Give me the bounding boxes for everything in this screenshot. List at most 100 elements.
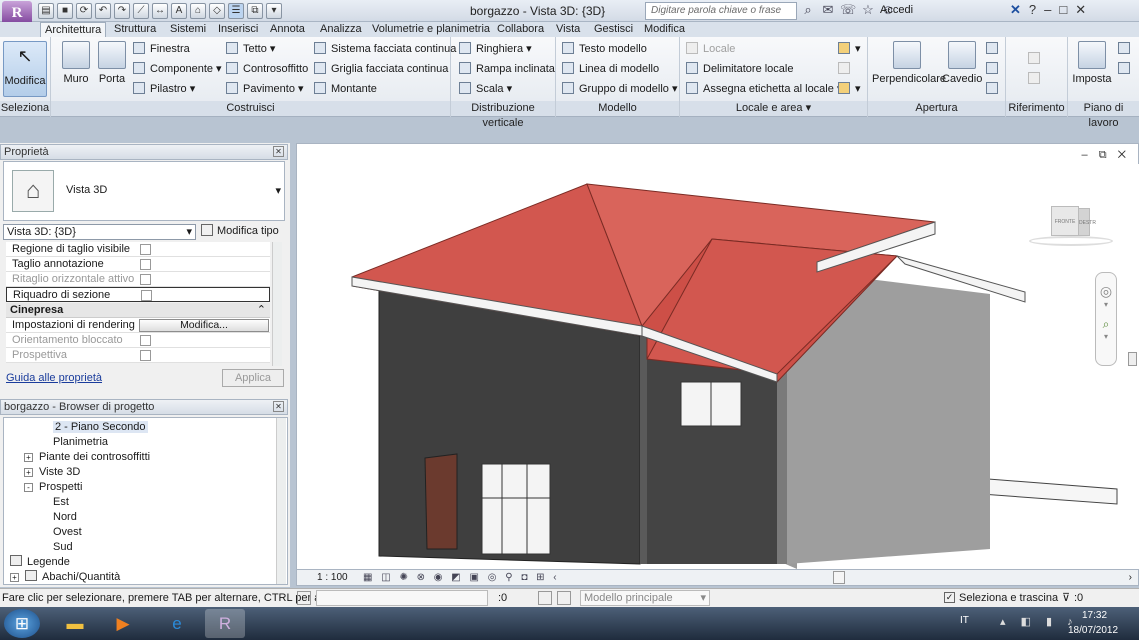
curtain-system-button[interactable]: Sistema facciata continua bbox=[314, 41, 456, 57]
panel-label[interactable]: Seleziona bbox=[0, 101, 50, 116]
by-face-button[interactable]: Perpendicolare bbox=[872, 41, 946, 85]
thin-lines-icon[interactable]: ☰ bbox=[228, 3, 244, 19]
tree-item[interactable]: Sud bbox=[38, 540, 73, 555]
door-button[interactable]: Porta bbox=[97, 41, 127, 85]
room-button[interactable]: Locale bbox=[686, 41, 735, 57]
wall-opening-button[interactable] bbox=[986, 41, 1003, 57]
text-icon[interactable]: A bbox=[171, 3, 187, 19]
properties-help-link[interactable]: Guida alle proprietà bbox=[6, 372, 102, 384]
viewcube[interactable]: FRONTE DESTR bbox=[1029, 204, 1113, 246]
group-header[interactable]: Cinepresa ⌃ bbox=[6, 303, 270, 318]
tab-sistemi[interactable]: Sistemi bbox=[166, 22, 210, 37]
tree-item[interactable]: - Prospetti bbox=[24, 480, 82, 495]
roof-button[interactable]: Tetto ▾ bbox=[226, 41, 275, 57]
media-player-icon[interactable]: ▶ bbox=[103, 609, 143, 638]
close-icon[interactable]: ✕ bbox=[273, 146, 284, 157]
minimize-icon[interactable]: – bbox=[1044, 2, 1051, 18]
apply-button[interactable]: Applica bbox=[222, 369, 284, 387]
undo-icon[interactable]: ↶ bbox=[95, 3, 111, 19]
set-workplane-button[interactable]: Imposta bbox=[1072, 41, 1112, 85]
tree-item[interactable]: Est bbox=[38, 495, 69, 510]
tree-item[interactable]: 2 - Piano Secondo bbox=[38, 420, 148, 435]
modify-button[interactable]: ↖ Modifica bbox=[3, 41, 47, 97]
steering-wheel-icon[interactable]: ◎ bbox=[1096, 283, 1116, 300]
browser-scrollbar[interactable] bbox=[276, 418, 286, 584]
curtain-grid-button[interactable]: Griglia facciata continua bbox=[314, 61, 448, 77]
render-settings-button[interactable]: Modifica... bbox=[139, 319, 269, 332]
internet-explorer-icon[interactable]: e bbox=[157, 609, 197, 638]
tree-item[interactable]: Planimetria bbox=[38, 435, 108, 450]
chevron-down-icon[interactable]: ▾ bbox=[1096, 300, 1116, 309]
close-hidden-icon[interactable]: ⧉ bbox=[247, 3, 263, 19]
tab-volumetrie[interactable]: Volumetrie e planimetria bbox=[368, 22, 494, 37]
tree-item[interactable]: + Piante dei controsoffitti bbox=[24, 450, 150, 465]
expand-icon[interactable]: + bbox=[24, 453, 33, 462]
tab-gestisci[interactable]: Gestisci bbox=[590, 22, 637, 37]
expand-icon[interactable]: + bbox=[24, 468, 33, 477]
favorites-icon[interactable]: ☆ bbox=[860, 2, 876, 19]
tree-item[interactable]: + Abachi/Quantità bbox=[10, 570, 120, 584]
exchange-icon[interactable]: ✕ bbox=[1010, 2, 1021, 18]
model-text-button[interactable]: Testo modello bbox=[562, 41, 647, 57]
room-separator-button[interactable]: Delimitatore locale bbox=[686, 61, 793, 77]
grid-button[interactable] bbox=[1028, 71, 1045, 87]
tab-analizza[interactable]: Analizza bbox=[316, 22, 366, 37]
search-input[interactable]: Digitare parola chiave o frase bbox=[645, 2, 797, 20]
scroll-right-arrow[interactable]: › bbox=[1129, 570, 1132, 585]
vertical-opening-button[interactable] bbox=[986, 61, 1003, 77]
tab-vista[interactable]: Vista bbox=[552, 22, 584, 37]
start-button[interactable]: ⊞ bbox=[4, 609, 40, 638]
sync-icon[interactable]: ⟳ bbox=[76, 3, 92, 19]
tab-modifica[interactable]: Modifica bbox=[640, 22, 689, 37]
scale-selector[interactable]: 1 : 100 bbox=[317, 570, 348, 585]
tab-struttura[interactable]: Struttura bbox=[110, 22, 160, 37]
close-icon[interactable]: ✕ bbox=[273, 401, 284, 412]
area-button[interactable]: ▾ bbox=[838, 41, 861, 57]
tray-icons[interactable]: ▴ ◧ ▮ ♪ bbox=[1000, 615, 1079, 628]
select-drag-checkbox[interactable]: ✓ bbox=[944, 592, 955, 603]
show-workplane-button[interactable] bbox=[1118, 41, 1135, 57]
filter-icon[interactable]: ⊽ bbox=[1062, 589, 1070, 607]
clock-time[interactable]: 17:32 bbox=[1082, 610, 1107, 621]
tree-item[interactable]: Ovest bbox=[38, 525, 82, 540]
horizontal-scroll-thumb[interactable] bbox=[833, 571, 845, 584]
tag-room-button[interactable]: Assegna etichetta al locale ▾ bbox=[686, 81, 842, 97]
checkbox[interactable] bbox=[140, 259, 151, 270]
measure-icon[interactable]: ⟋ bbox=[133, 3, 149, 19]
workset-icon[interactable] bbox=[297, 591, 311, 605]
subscription-icon[interactable]: ✉ bbox=[820, 2, 836, 19]
checkbox[interactable] bbox=[141, 290, 152, 301]
communication-icon[interactable]: ☏ bbox=[840, 2, 856, 19]
close-icon[interactable]: ✕ bbox=[1075, 2, 1086, 18]
workset-selector[interactable] bbox=[316, 590, 488, 606]
collapse-icon[interactable]: ⌃ bbox=[257, 303, 266, 317]
expand-icon[interactable]: + bbox=[10, 573, 19, 582]
instance-filter[interactable]: Vista 3D: {3D} ▾ bbox=[3, 224, 196, 240]
viewport-scrollbar[interactable] bbox=[1127, 164, 1139, 570]
ramp-button[interactable]: Rampa inclinata bbox=[459, 61, 555, 77]
design-options-icon[interactable] bbox=[538, 591, 552, 605]
help-icon[interactable]: ? bbox=[1029, 2, 1036, 18]
binoculars-icon[interactable]: ⌕ bbox=[800, 2, 816, 19]
sign-in-link[interactable]: Accedi bbox=[880, 4, 913, 16]
tree-item[interactable]: + Viste 3D bbox=[24, 465, 80, 480]
type-selector[interactable]: ⌂ Vista 3D ▾ bbox=[3, 161, 285, 221]
edit-type-button[interactable]: Modifica tipo bbox=[201, 224, 279, 237]
panel-label[interactable]: Locale e area ▾ bbox=[680, 101, 867, 116]
tag-area-button[interactable]: ▾ bbox=[838, 81, 861, 97]
ceiling-button[interactable]: Controsoffitto bbox=[226, 61, 308, 77]
3d-viewport[interactable]: – ⧉ ✕ FRONTE DESTR ◎ ▾ ⌕ ▾ bbox=[296, 143, 1139, 572]
view-control-icons[interactable]: ▦ ◫ ✺ ⊗ ◉ ◩ ▣ ◎ ⚲ ◘ ⊞ ‹ bbox=[363, 570, 560, 585]
editing-requests-icon[interactable] bbox=[557, 591, 571, 605]
tree-item[interactable]: Nord bbox=[38, 510, 77, 525]
3d-view-icon[interactable]: ⌂ bbox=[190, 3, 206, 19]
restore-icon[interactable]: □ bbox=[1059, 2, 1067, 18]
stair-button[interactable]: Scala ▾ bbox=[459, 81, 512, 97]
save-icon[interactable]: ■ bbox=[57, 3, 73, 19]
tree-item[interactable]: Legende bbox=[10, 555, 70, 570]
language-indicator[interactable]: IT bbox=[960, 615, 969, 626]
model-group-button[interactable]: Gruppo di modello ▾ bbox=[562, 81, 677, 97]
customize-toolbar-icon[interactable]: ▾ bbox=[266, 3, 282, 19]
clock-date[interactable]: 18/07/2012 bbox=[1068, 625, 1118, 636]
checkbox[interactable] bbox=[140, 244, 151, 255]
